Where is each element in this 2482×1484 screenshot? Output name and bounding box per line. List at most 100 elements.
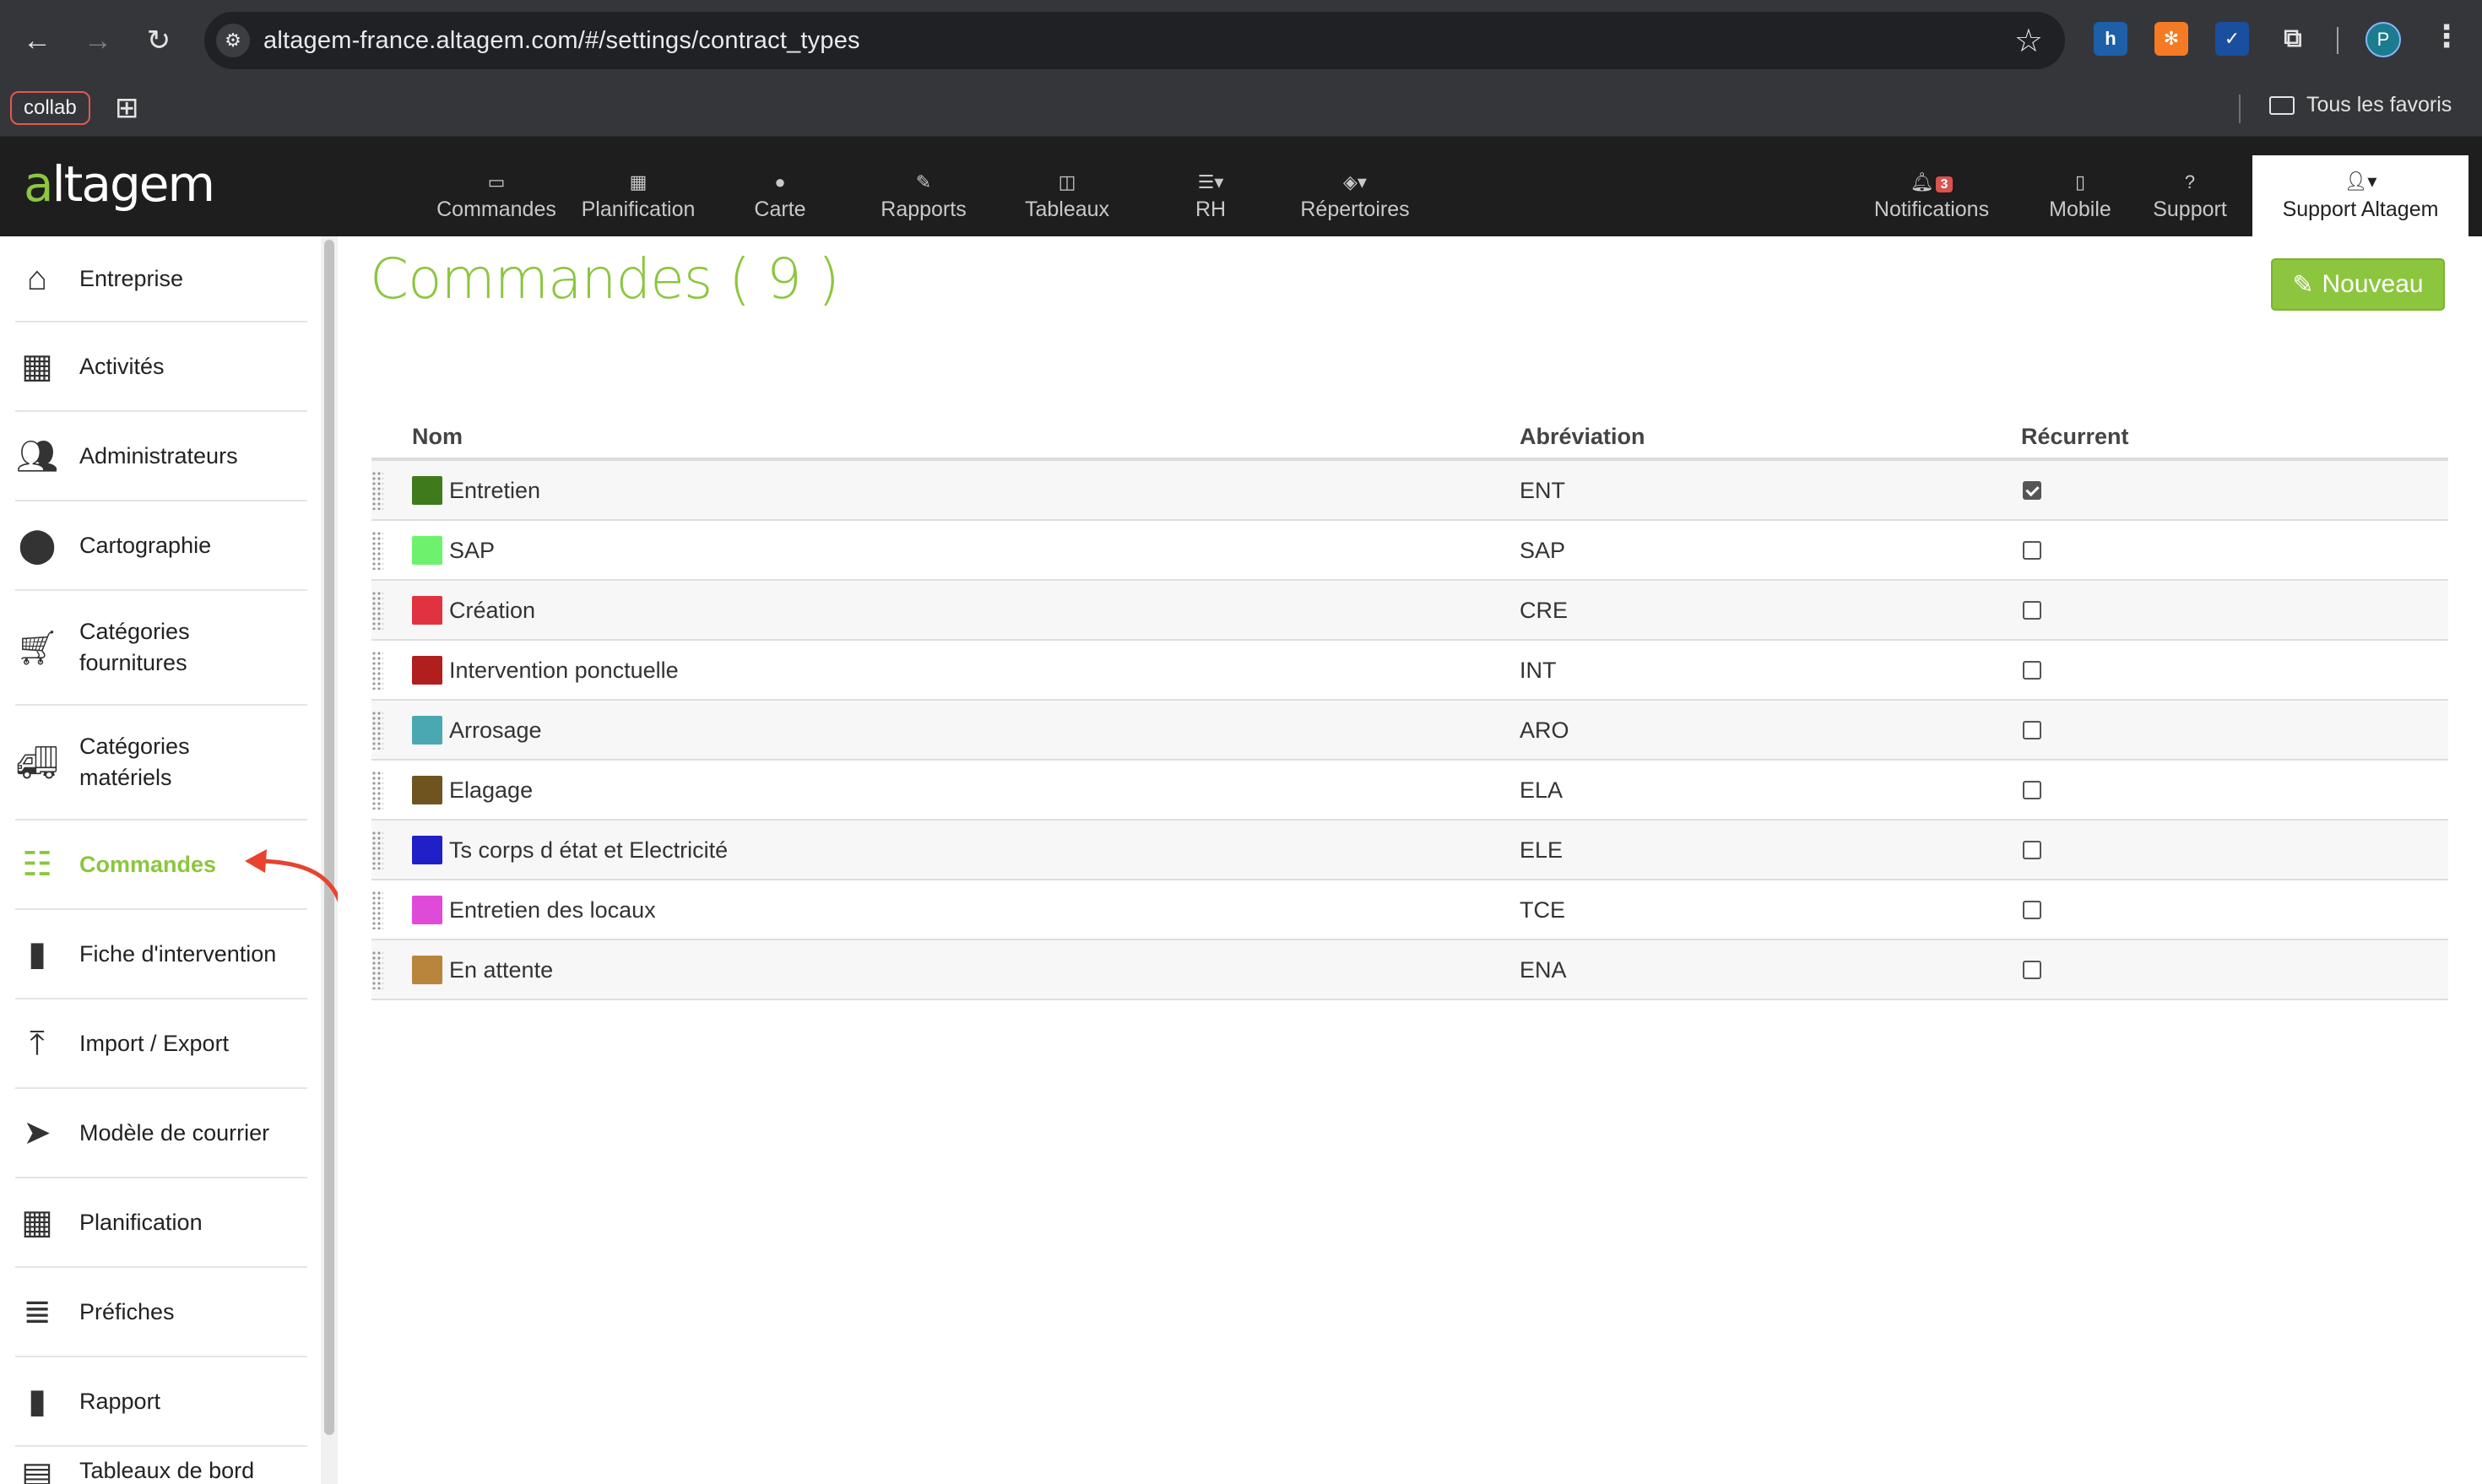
new-button[interactable]: ✎ Nouveau (2271, 258, 2445, 311)
sidebar-item-prefiches[interactable]: ≣ Préfiches (15, 1268, 307, 1357)
site-settings-icon[interactable]: ⚙ (216, 24, 250, 57)
sidebar-item-categories-fournitures[interactable]: 🛒︎ Catégories fournitures (15, 591, 307, 706)
table-row[interactable]: Création CRE (371, 581, 2448, 641)
address-bar[interactable]: ⚙ altagem-france.altagem.com/#/settings/… (204, 12, 2065, 69)
sidebar-item-activites[interactable]: ▦ Activités (15, 322, 307, 412)
row-name[interactable]: Entretien (449, 478, 540, 504)
hubspot-icon[interactable]: ✻ (2154, 22, 2188, 56)
sidebar-item-cartographie[interactable]: ⬤ Cartographie (15, 501, 307, 591)
sidebar-item-label: Catégories matériels (79, 734, 190, 790)
toolbar-separator (2337, 27, 2338, 54)
row-name[interactable]: En attente (449, 957, 553, 983)
nav-carte[interactable]: ● Carte (729, 171, 831, 222)
url-text[interactable]: altagem-france.altagem.com/#/settings/co… (263, 27, 860, 55)
sidebar-item-label: Fiche d'intervention (79, 940, 277, 967)
recurrent-checkbox[interactable] (2023, 841, 2041, 859)
drag-handle-icon[interactable] (371, 531, 383, 570)
table-icon: ▤ (21, 1456, 53, 1484)
nav-rh[interactable]: ☰▾ RH (1168, 171, 1253, 222)
row-name[interactable]: SAP (449, 538, 495, 564)
recurrent-checkbox[interactable] (2023, 721, 2041, 739)
sidebar-item-categories-materiels[interactable]: 🚚︎ Catégories matériels (15, 706, 307, 821)
recurrent-checkbox[interactable] (2023, 901, 2041, 919)
nav-support[interactable]: ? Support (2146, 171, 2234, 222)
altagem-logo[interactable]: altagem (24, 155, 215, 213)
check-extension-icon[interactable]: ✓ (2215, 22, 2249, 56)
recurrent-checkbox[interactable] (2023, 541, 2041, 560)
column-header-nom[interactable]: Nom (412, 424, 463, 450)
calendar-icon: ▦ (629, 171, 648, 192)
all-bookmarks-label: Tous les favoris (2306, 93, 2452, 116)
drag-handle-icon[interactable] (371, 591, 383, 630)
extensions-puzzle-icon[interactable]: ⧉ (2276, 22, 2310, 56)
table-row[interactable]: Intervention ponctuelle INT (371, 641, 2448, 701)
row-abbreviation: ARO (1520, 718, 1569, 743)
user-icon: 👤︎▾ (2344, 170, 2377, 192)
bookmark-star-icon[interactable]: ☆ (2014, 22, 2043, 60)
users-icon: 👥︎ (15, 437, 59, 475)
row-name[interactable]: Elagage (449, 777, 533, 804)
paper-plane-icon: ➤ (23, 1114, 51, 1151)
drag-handle-icon[interactable] (371, 891, 383, 929)
row-abbreviation: INT (1520, 658, 1557, 683)
drag-handle-icon[interactable] (371, 651, 383, 690)
drag-handle-icon[interactable] (371, 831, 383, 869)
nav-notifications[interactable]: 🔔︎ 3 Notifications (1866, 171, 1997, 222)
drag-handle-icon[interactable] (371, 771, 383, 810)
sidebar-item-entreprise[interactable]: ⌂ Entreprise (15, 236, 307, 322)
table-row[interactable]: Entretien des locaux TCE (371, 880, 2448, 940)
recurrent-checkbox[interactable] (2023, 661, 2041, 680)
color-swatch (412, 776, 442, 804)
all-bookmarks-button[interactable]: Tous les favoris (2269, 93, 2452, 117)
nav-commandes[interactable]: ▭ Commandes (429, 171, 564, 222)
sidebar-item-tableaux-de-bord[interactable]: ▤ Tableaux de bord (15, 1447, 307, 1484)
table-row[interactable]: SAP SAP (371, 521, 2448, 581)
apps-grid-icon[interactable]: ⊞ (115, 91, 139, 125)
row-name[interactable]: Ts corps d état et Electricité (449, 837, 728, 864)
column-header-recurrent[interactable]: Récurrent (2021, 424, 2129, 450)
back-icon[interactable]: ← (17, 19, 57, 62)
sidebar-item-modele-courrier[interactable]: ➤ Modèle de courrier (15, 1089, 307, 1178)
bookmark-collab[interactable]: collab (10, 91, 90, 125)
row-name[interactable]: Intervention ponctuelle (449, 658, 679, 684)
recurrent-checkbox[interactable] (2023, 481, 2041, 500)
new-button-label: Nouveau (2322, 270, 2424, 298)
recurrent-checkbox[interactable] (2023, 961, 2041, 979)
recurrent-checkbox[interactable] (2023, 601, 2041, 620)
nav-rapports[interactable]: ✎ Rapports (864, 171, 983, 222)
table-row[interactable]: Arrosage ARO (371, 701, 2448, 761)
file-icon: ▮ (27, 1383, 46, 1420)
edit-icon: ✎ (915, 171, 932, 192)
sidebar-item-rapport[interactable]: ▮ Rapport (15, 1357, 307, 1447)
nav-planification[interactable]: ▦ Planification (571, 171, 706, 222)
row-name[interactable]: Arrosage (449, 718, 542, 744)
sidebar-item-planification[interactable]: ▦ Planification (15, 1178, 307, 1268)
drag-handle-icon[interactable] (371, 711, 383, 750)
reload-icon[interactable]: ↻ (138, 19, 179, 62)
user-menu[interactable]: 👤︎▾ Support Altagem (2252, 155, 2468, 236)
nav-mobile[interactable]: ▯ Mobile (2040, 171, 2121, 222)
row-abbreviation: ENA (1520, 957, 1567, 983)
row-name[interactable]: Création (449, 598, 535, 624)
browser-menu-icon[interactable]: ⋮ (2431, 19, 2462, 54)
nav-repertoires[interactable]: ◈▾ Répertoires (1292, 171, 1418, 222)
forward-icon[interactable]: → (78, 19, 118, 62)
edit-icon: ✎ (2292, 270, 2314, 299)
drag-handle-icon[interactable] (371, 951, 383, 989)
nav-label: Commandes (436, 198, 556, 221)
row-name[interactable]: Entretien des locaux (449, 897, 656, 923)
column-header-abreviation[interactable]: Abréviation (1520, 424, 1645, 450)
home-icon: ⌂ (26, 259, 48, 297)
profile-avatar[interactable]: P (2365, 22, 2401, 57)
table-row[interactable]: En attente ENA (371, 940, 2448, 1000)
table-row[interactable]: Ts corps d état et Electricité ELE (371, 821, 2448, 880)
sidebar-item-import-export[interactable]: ⤒ Import / Export (15, 999, 307, 1089)
nav-tableaux[interactable]: ◫ Tableaux (1010, 171, 1124, 222)
recurrent-checkbox[interactable] (2023, 781, 2041, 799)
annotation-arrow (245, 849, 347, 921)
drag-handle-icon[interactable] (371, 471, 383, 510)
table-row[interactable]: Entretien ENT (371, 461, 2448, 521)
extension-icon[interactable]: h (2094, 22, 2127, 56)
sidebar-item-administrateurs[interactable]: 👥︎ Administrateurs (15, 412, 307, 501)
table-row[interactable]: Elagage ELA (371, 761, 2448, 821)
